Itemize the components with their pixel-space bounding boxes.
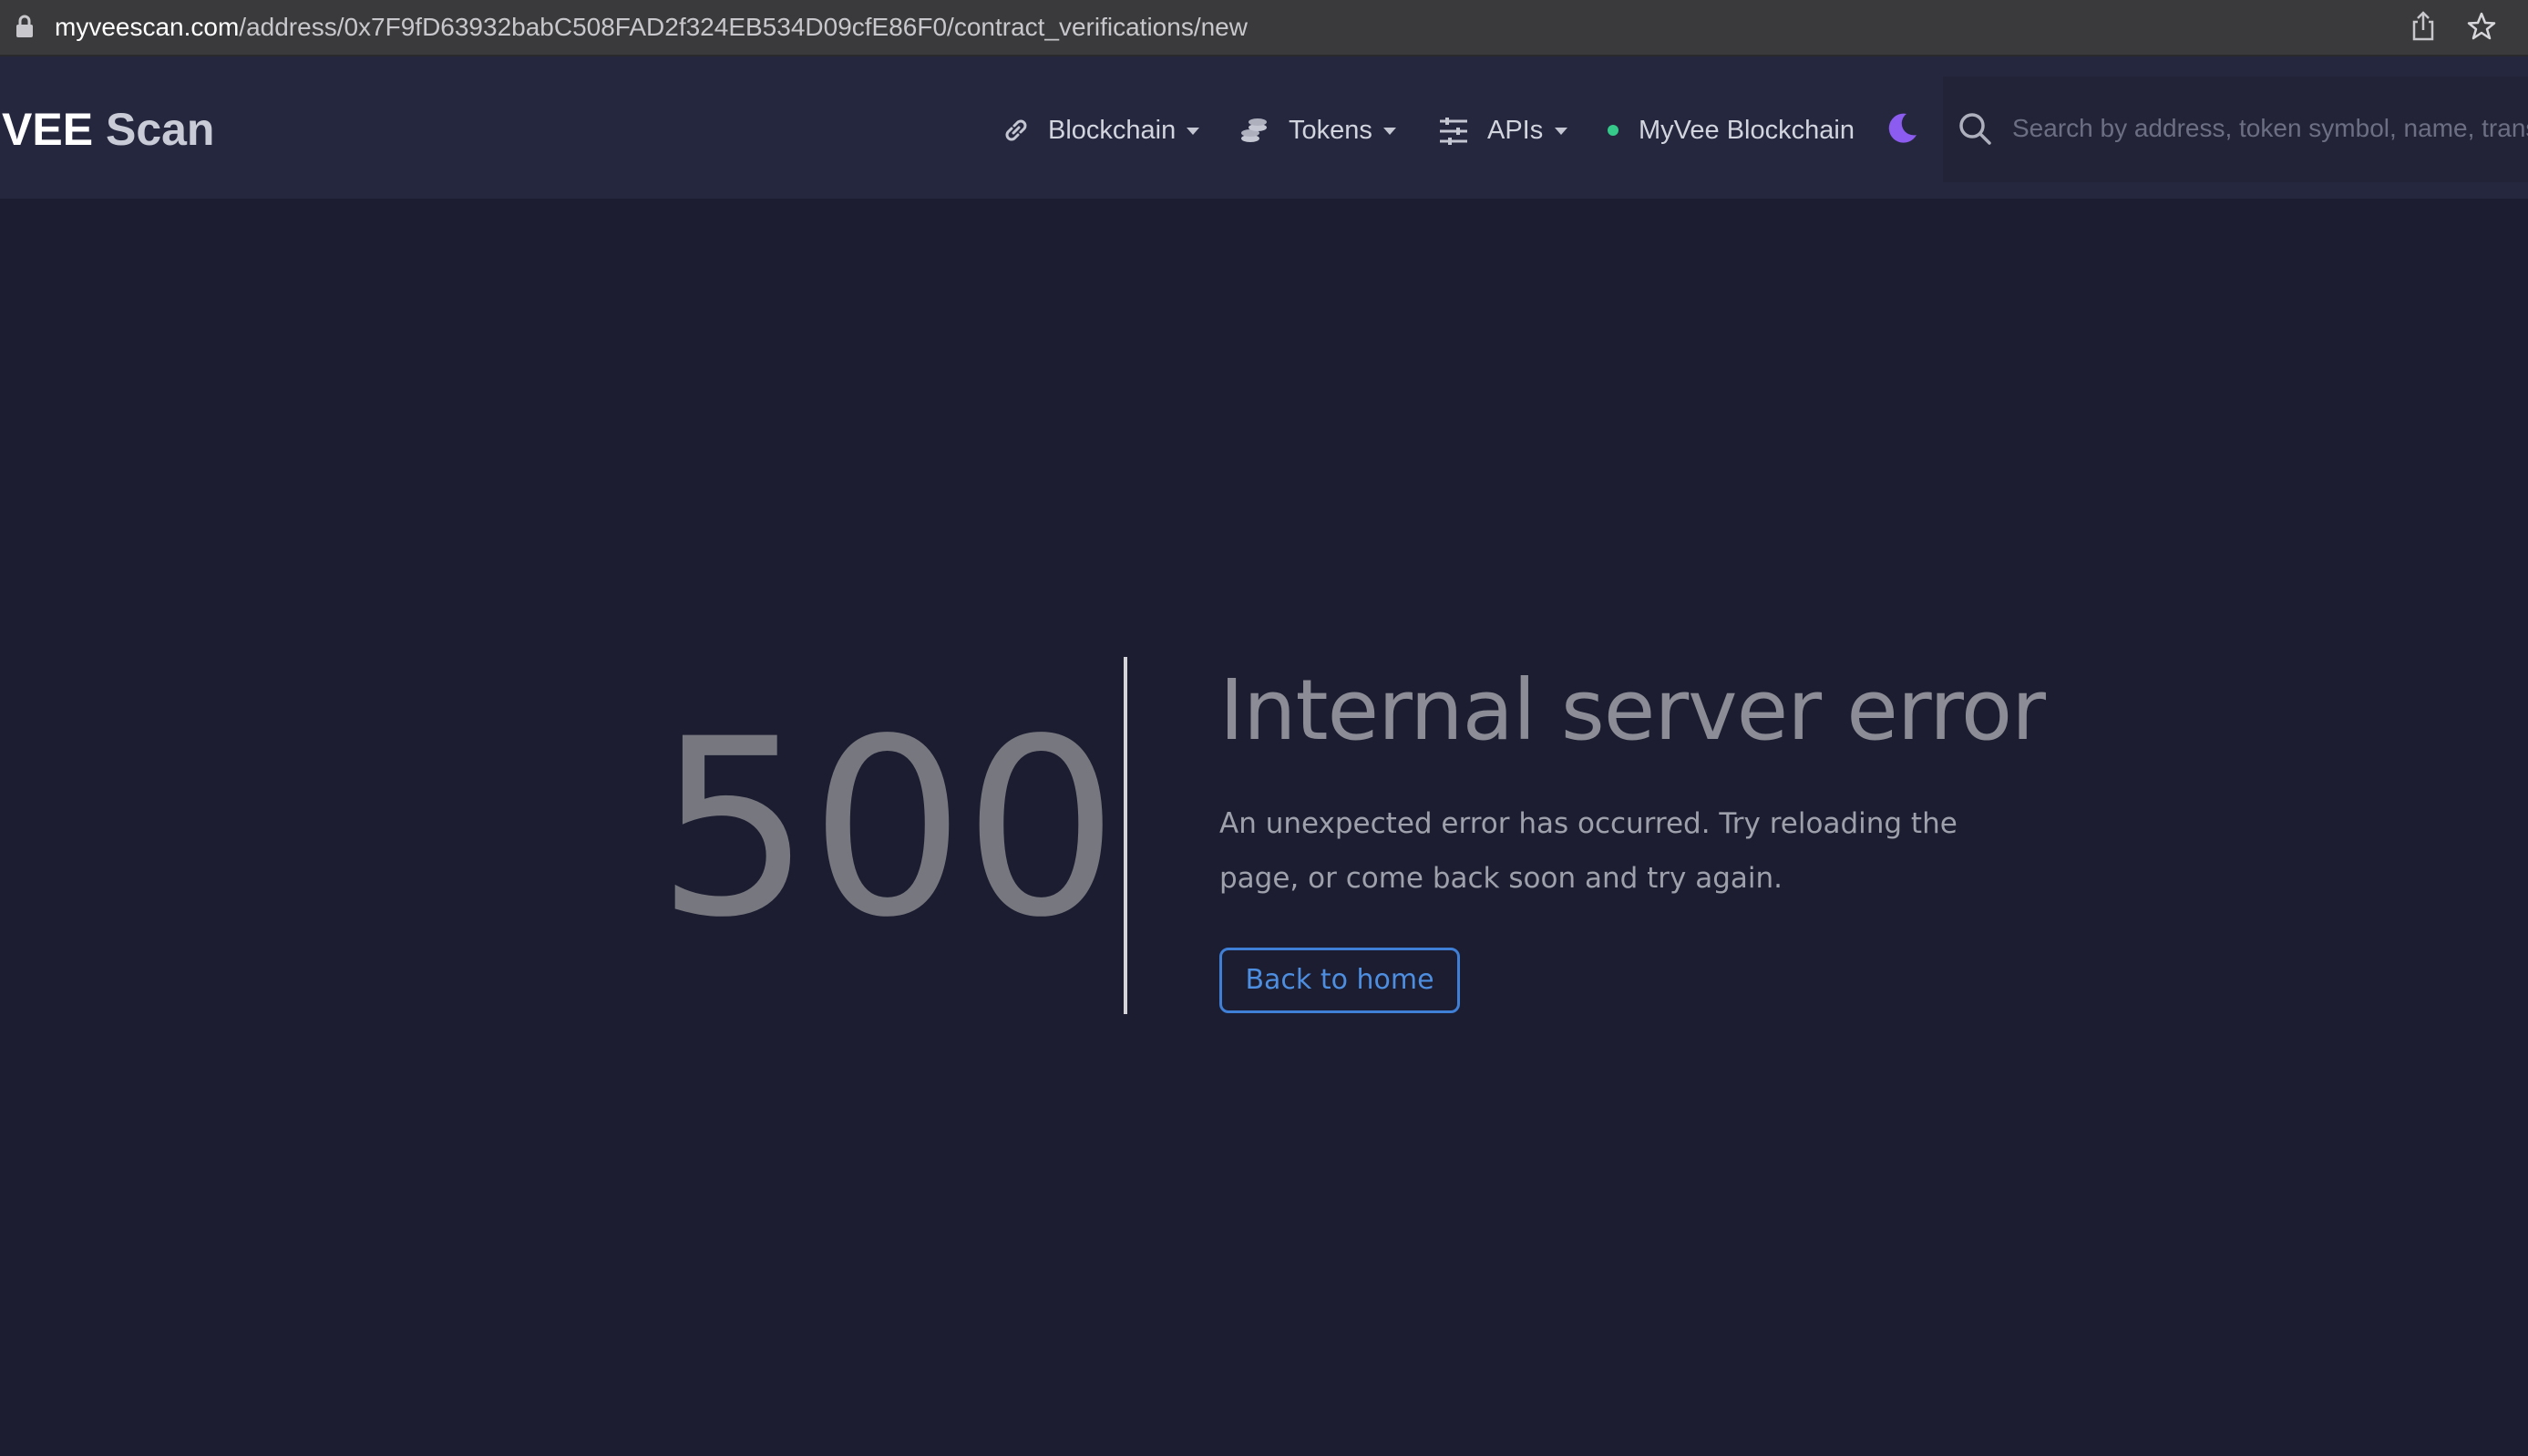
error-code: 500 [656,687,1119,971]
nav-apis-label: APIs [1487,116,1544,145]
search-icon [1959,113,1991,145]
nav-network-label: MyVee Blockchain [1639,116,1855,145]
url-path: /address/0x7F9fD63932babC508FAD2f324EB53… [239,13,1248,41]
url-host: myveescan.com [55,13,240,41]
chevron-down-icon [1383,128,1396,135]
search-bar[interactable] [1943,77,2528,182]
url-text[interactable]: myveescan.com/address/0x7F9fD63932babC50… [55,9,1248,46]
vertical-divider [1124,657,1127,1014]
nav-tokens-label: Tokens [1289,116,1372,145]
nav-blockchain[interactable]: Blockchain [1001,108,1205,153]
nav-network-status[interactable]: MyVee Blockchain [1608,108,1855,153]
brand-primary: VEE [2,104,94,155]
lock-icon [16,15,33,37]
share-icon[interactable] [2410,11,2437,42]
nav-tokens[interactable]: Tokens [1239,108,1400,153]
moon-icon[interactable] [1885,111,1919,146]
status-dot-icon [1608,125,1619,136]
error-title: Internal server error [1219,661,2046,759]
coins-icon [1241,118,1267,142]
brand-logo[interactable]: VEE Scan [2,102,214,157]
chevron-down-icon [1555,128,1567,135]
brand-secondary: Scan [105,104,215,155]
nav-blockchain-label: Blockchain [1048,116,1177,145]
star-icon[interactable] [2466,11,2497,42]
browser-address-bar[interactable]: myveescan.com/address/0x7F9fD63932babC50… [0,0,2528,56]
search-input[interactable] [2010,104,2528,153]
nav-apis[interactable]: APIs [1438,108,1571,153]
link-icon [1005,119,1027,141]
sliders-icon [1440,118,1467,145]
error-message: An unexpected error has occurred. Try re… [1219,807,1958,895]
chevron-down-icon [1187,128,1199,135]
back-to-home-button[interactable]: Back to home [1219,948,1460,1013]
